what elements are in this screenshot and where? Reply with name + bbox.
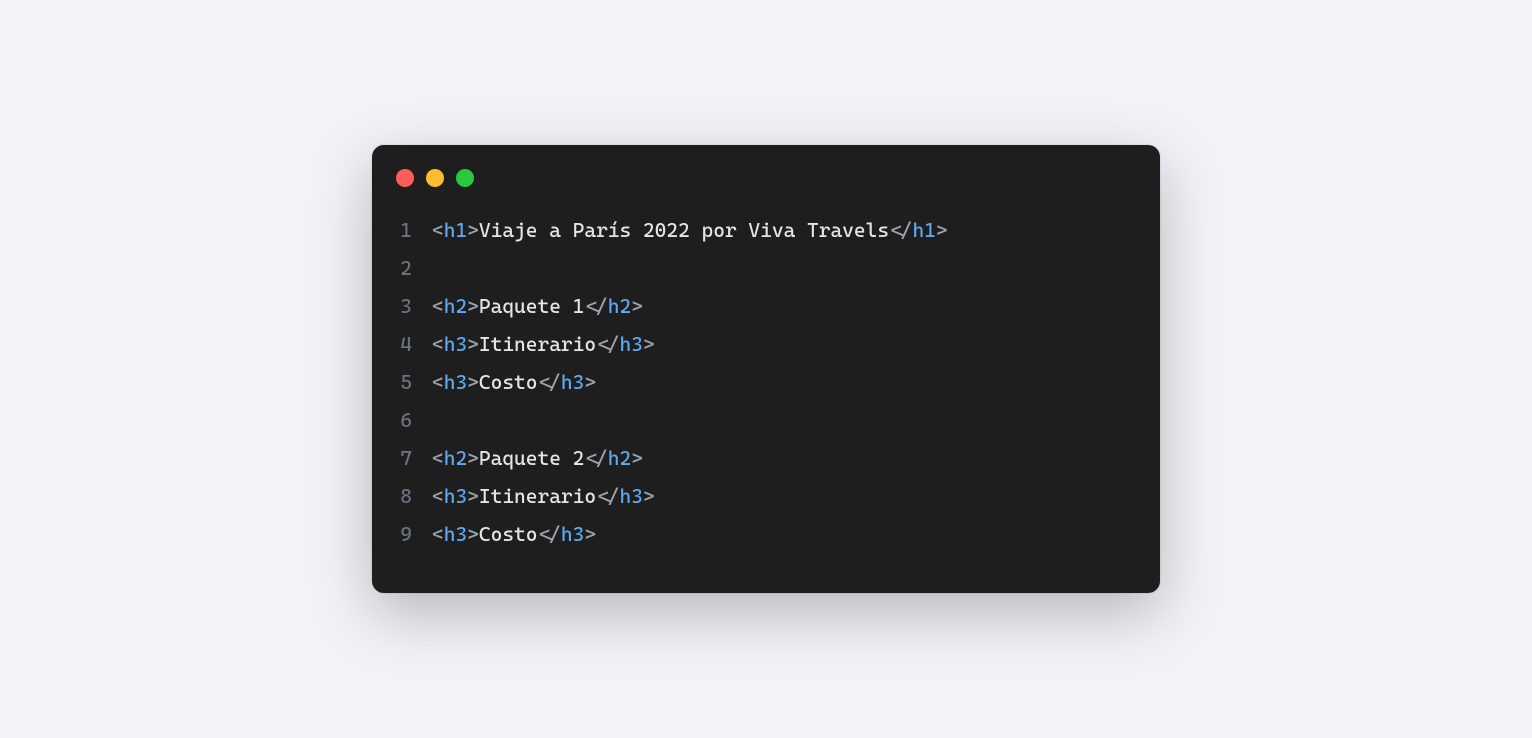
punct-token: </: [596, 332, 619, 356]
line-number: 9: [396, 515, 432, 553]
code-line[interactable]: 1<h1>Viaje a París 2022 por Viva Travels…: [396, 211, 1136, 249]
punct-token: >: [467, 294, 479, 318]
line-number: 4: [396, 325, 432, 363]
punct-token: >: [467, 370, 479, 394]
line-content[interactable]: <h2>Paquete 1</h2>: [432, 287, 643, 325]
line-number: 1: [396, 211, 432, 249]
tag-token: h3: [444, 332, 467, 356]
line-content[interactable]: <h3>Itinerario</h3>: [432, 325, 655, 363]
line-number: 2: [396, 249, 432, 287]
punct-token: >: [467, 218, 479, 242]
code-line[interactable]: 6: [396, 401, 1136, 439]
punct-token: <: [432, 218, 444, 242]
line-number: 7: [396, 439, 432, 477]
punct-token: <: [432, 370, 444, 394]
tag-token: h2: [444, 446, 467, 470]
code-line[interactable]: 3<h2>Paquete 1</h2>: [396, 287, 1136, 325]
line-content[interactable]: <h3>Itinerario</h3>: [432, 477, 655, 515]
tag-token: h3: [444, 484, 467, 508]
punct-token: </: [596, 484, 619, 508]
punct-token: >: [584, 522, 596, 546]
line-number: 6: [396, 401, 432, 439]
line-number: 5: [396, 363, 432, 401]
line-content[interactable]: <h1>Viaje a París 2022 por Viva Travels<…: [432, 211, 948, 249]
punct-token: <: [432, 294, 444, 318]
minimize-icon[interactable]: [426, 169, 444, 187]
text-token: Paquete 2: [479, 446, 584, 470]
maximize-icon[interactable]: [456, 169, 474, 187]
tag-token: h1: [444, 218, 467, 242]
line-number: 8: [396, 477, 432, 515]
tag-token: h3: [444, 370, 467, 394]
punct-token: >: [643, 332, 655, 356]
line-content[interactable]: <h3>Costo</h3>: [432, 363, 596, 401]
punct-token: >: [467, 446, 479, 470]
text-token: Viaje a París 2022 por Viva Travels: [479, 218, 889, 242]
code-area[interactable]: 1<h1>Viaje a París 2022 por Viva Travels…: [372, 195, 1160, 593]
code-line[interactable]: 7<h2>Paquete 2</h2>: [396, 439, 1136, 477]
punct-token: >: [643, 484, 655, 508]
line-number: 3: [396, 287, 432, 325]
punct-token: >: [936, 218, 948, 242]
window-titlebar: [372, 145, 1160, 195]
punct-token: >: [467, 522, 479, 546]
text-token: Costo: [479, 522, 538, 546]
tag-token: h2: [608, 294, 631, 318]
punct-token: <: [432, 332, 444, 356]
line-content[interactable]: <h3>Costo</h3>: [432, 515, 596, 553]
code-line[interactable]: 8<h3>Itinerario</h3>: [396, 477, 1136, 515]
code-line[interactable]: 5<h3>Costo</h3>: [396, 363, 1136, 401]
tag-token: h3: [444, 522, 467, 546]
code-editor-window: 1<h1>Viaje a París 2022 por Viva Travels…: [372, 145, 1160, 593]
line-content[interactable]: [432, 401, 444, 439]
tag-token: h3: [561, 522, 584, 546]
punct-token: >: [467, 484, 479, 508]
punct-token: </: [889, 218, 912, 242]
punct-token: </: [584, 294, 607, 318]
text-token: Costo: [479, 370, 538, 394]
tag-token: h3: [620, 484, 643, 508]
code-line[interactable]: 2: [396, 249, 1136, 287]
punct-token: </: [537, 522, 560, 546]
punct-token: >: [631, 294, 643, 318]
punct-token: <: [432, 522, 444, 546]
close-icon[interactable]: [396, 169, 414, 187]
punct-token: <: [432, 484, 444, 508]
punct-token: >: [467, 332, 479, 356]
tag-token: h3: [620, 332, 643, 356]
punct-token: <: [432, 446, 444, 470]
tag-token: h3: [561, 370, 584, 394]
text-token: Paquete 1: [479, 294, 584, 318]
code-line[interactable]: 4<h3>Itinerario</h3>: [396, 325, 1136, 363]
tag-token: h2: [608, 446, 631, 470]
text-token: Itinerario: [479, 484, 596, 508]
line-content[interactable]: <h2>Paquete 2</h2>: [432, 439, 643, 477]
code-line[interactable]: 9<h3>Costo</h3>: [396, 515, 1136, 553]
tag-token: h1: [912, 218, 935, 242]
punct-token: >: [631, 446, 643, 470]
punct-token: </: [584, 446, 607, 470]
tag-token: h2: [444, 294, 467, 318]
line-content[interactable]: [432, 249, 444, 287]
punct-token: </: [537, 370, 560, 394]
punct-token: >: [584, 370, 596, 394]
text-token: Itinerario: [479, 332, 596, 356]
